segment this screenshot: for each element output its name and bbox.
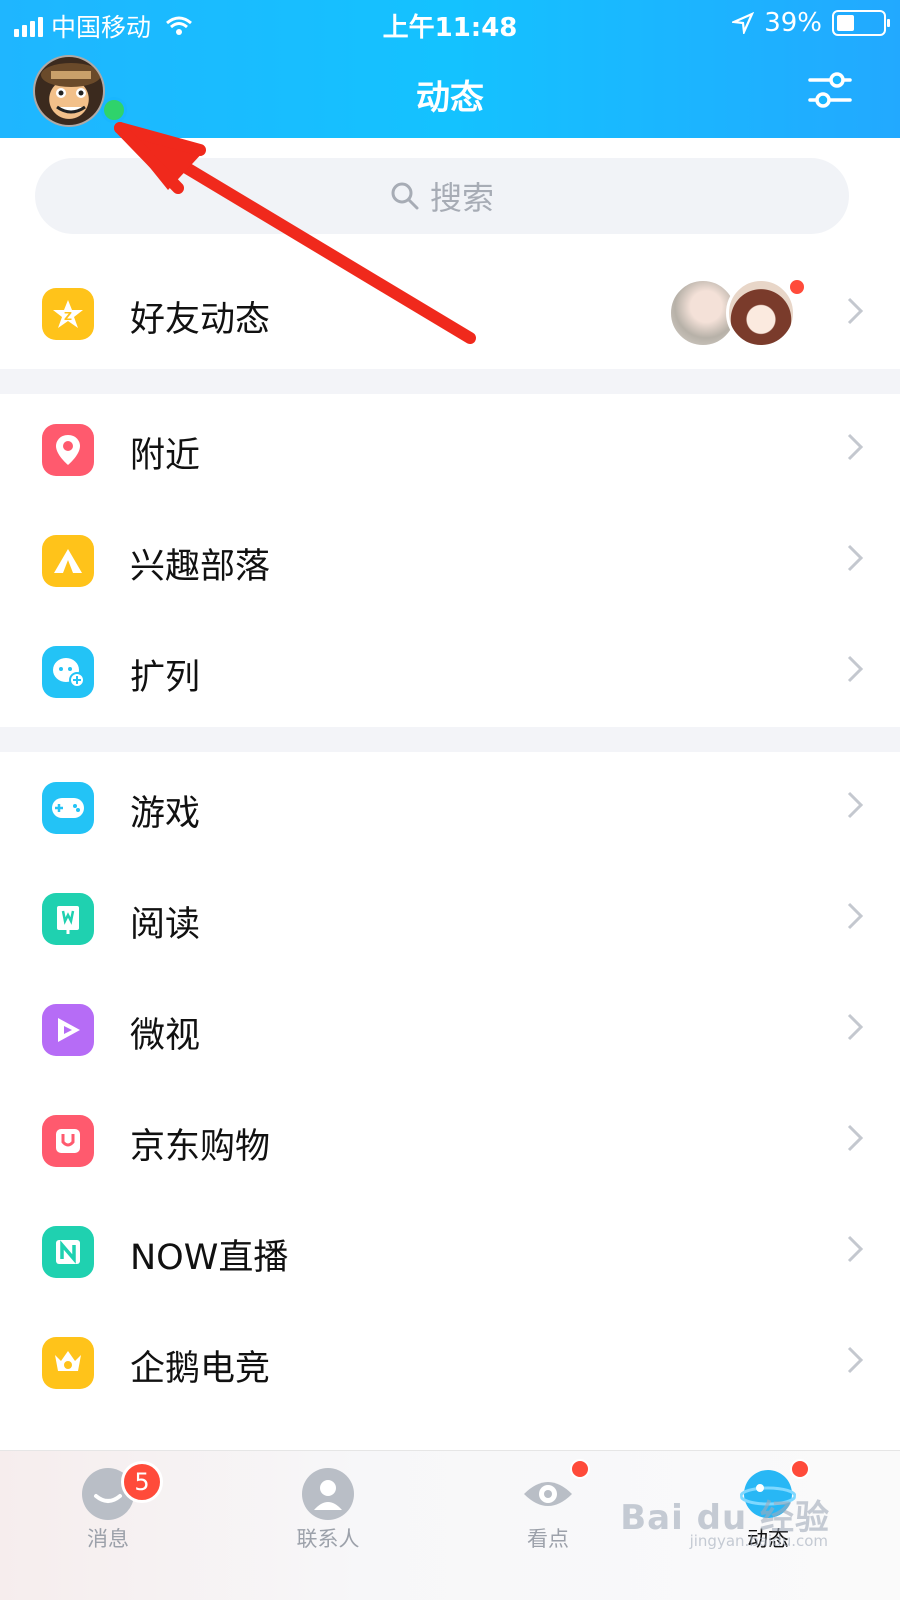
new-update-dot: [570, 1459, 590, 1479]
chat-plus-icon: [42, 646, 94, 698]
header-bar: 中国移动 上午11:48 39% 动态: [0, 0, 900, 138]
list-item-nearby[interactable]: 附近: [0, 394, 900, 505]
list-item-label: 阅读: [130, 905, 201, 945]
watermark-url: jingyan.baidu.com: [689, 1532, 828, 1550]
chevron-right-icon: [847, 655, 864, 683]
list-item-label: NOW直播: [130, 1238, 289, 1278]
battery-icon: [832, 10, 890, 36]
tent-icon: [42, 535, 94, 587]
esports-crown-icon: [42, 1337, 94, 1389]
chevron-right-icon: [847, 544, 864, 572]
now-live-icon: [42, 1226, 94, 1278]
tab-label: 消息: [87, 1527, 129, 1551]
battery-fill: [837, 15, 855, 31]
tab-kandian[interactable]: 看点: [458, 1451, 638, 1600]
friend-avatar: [726, 278, 796, 348]
location-arrow-icon: [732, 12, 755, 34]
status-bar: 中国移动 上午11:48 39%: [0, 0, 900, 46]
shopping-bag-icon: [42, 1115, 94, 1167]
section-divider: [0, 369, 900, 394]
list-item-label: 兴趣部落: [130, 547, 271, 587]
play-icon: [42, 1004, 94, 1056]
list-item-jd-shopping[interactable]: 京东购物: [0, 1085, 900, 1196]
gamepad-icon: [42, 782, 94, 834]
list-item-label: 企鹅电竞: [130, 1349, 271, 1389]
chevron-right-icon: [847, 1346, 864, 1374]
tab-contacts[interactable]: 联系人: [238, 1451, 418, 1600]
list-item-label: 好友动态: [130, 300, 271, 340]
section-divider: [0, 727, 900, 752]
search-placeholder: 搜索: [429, 179, 494, 217]
list-item-friend-feed[interactable]: Z 好友动态: [0, 258, 900, 369]
filter-settings-button[interactable]: [808, 70, 852, 110]
list-item-label: 微视: [130, 1016, 201, 1056]
list-item-penguin-esports[interactable]: 企鹅电竞: [0, 1307, 900, 1418]
chevron-right-icon: [847, 297, 864, 325]
list-item-now-live[interactable]: NOW直播: [0, 1196, 900, 1307]
eye-icon: [524, 1482, 572, 1506]
chevron-right-icon: [847, 1235, 864, 1263]
list-item-weishi[interactable]: 微视: [0, 974, 900, 1085]
star-q-icon: Z: [42, 288, 94, 340]
tab-messages[interactable]: 5 消息: [18, 1451, 198, 1600]
chevron-right-icon: [847, 1013, 864, 1041]
chevron-right-icon: [847, 1124, 864, 1152]
search-input[interactable]: 搜索: [35, 158, 849, 234]
new-update-dot: [788, 278, 806, 296]
chevron-right-icon: [847, 902, 864, 930]
friend-avatars: [668, 278, 808, 348]
tab-label: 看点: [527, 1527, 569, 1551]
list-item-label: 附近: [130, 436, 201, 476]
tab-label: 联系人: [296, 1527, 360, 1551]
chevron-right-icon: [847, 433, 864, 461]
chevron-right-icon: [847, 791, 864, 819]
contact-person-icon: [302, 1468, 354, 1520]
list-item-label: 扩列: [130, 658, 201, 698]
list-item-expand-friends[interactable]: 扩列: [0, 616, 900, 727]
list-item-label: 京东购物: [130, 1127, 271, 1167]
feature-list: Z 好友动态 附近 兴趣部落 扩列 游戏 阅读 微视 京东购物 NOW直播 企鹅…: [0, 258, 900, 1418]
book-icon: [42, 893, 94, 945]
battery-percent: 39%: [764, 8, 822, 38]
svg-text:Z: Z: [64, 310, 72, 323]
search-icon: [391, 182, 419, 210]
location-pin-icon: [42, 424, 94, 476]
list-item-reading[interactable]: 阅读: [0, 863, 900, 974]
list-item-interest-tribe[interactable]: 兴趣部落: [0, 505, 900, 616]
page-title: 动态: [416, 78, 484, 118]
list-item-games[interactable]: 游戏: [0, 752, 900, 863]
status-right: 39%: [732, 8, 890, 38]
list-item-label: 游戏: [130, 794, 201, 834]
sliders-icon: [808, 72, 852, 108]
unread-badge: 5: [121, 1461, 163, 1503]
new-update-dot: [790, 1459, 810, 1479]
